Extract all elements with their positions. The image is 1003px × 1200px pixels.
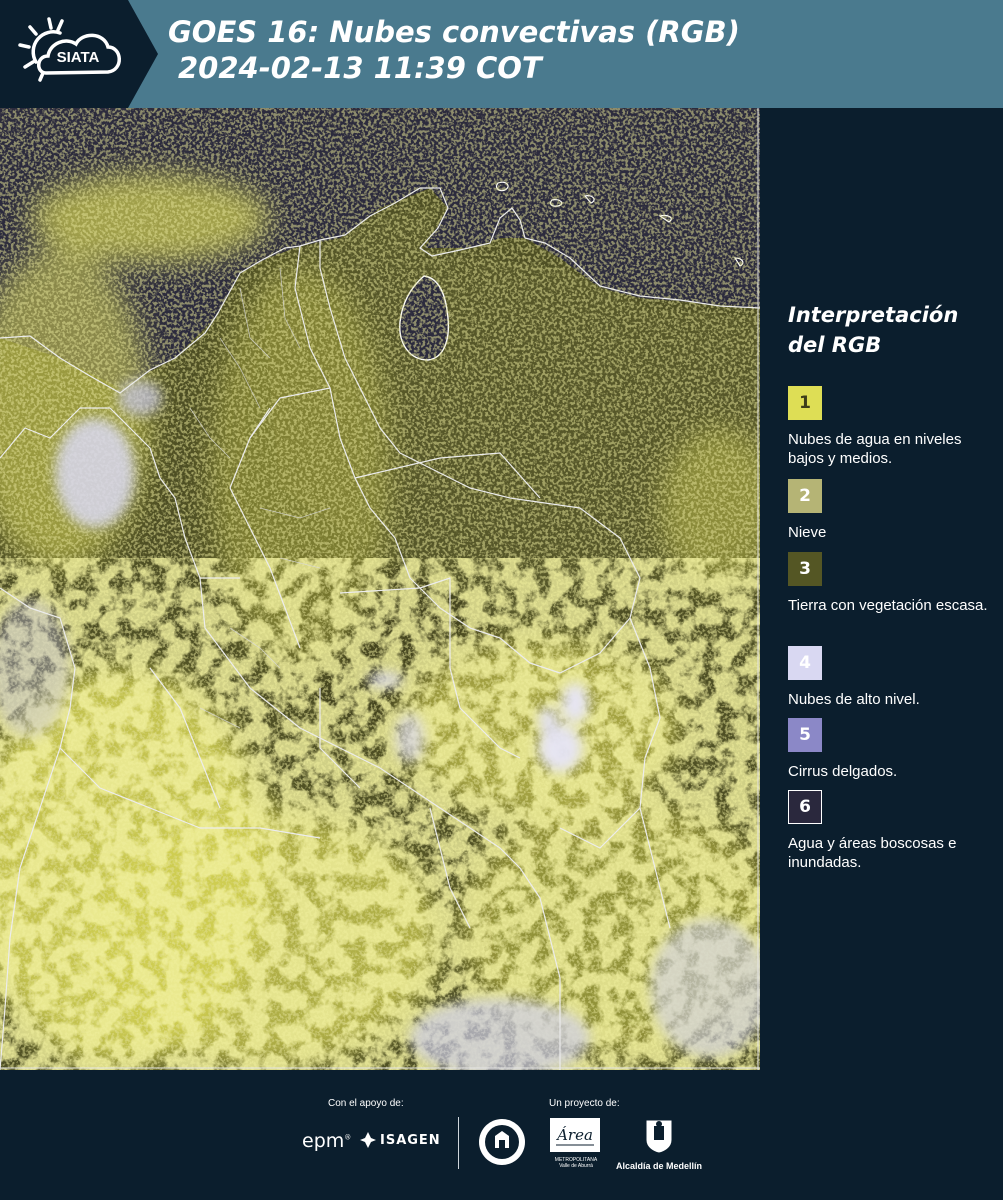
legend-item-3: 3 Tierra con vegetación escasa. xyxy=(788,552,998,615)
legend-title: Interpretación del RGB xyxy=(788,303,959,357)
legend-swatch-5: 5 xyxy=(788,718,822,752)
legend-label-5: Cirrus delgados. xyxy=(788,763,898,780)
epm-logo: epm® xyxy=(302,1130,352,1152)
legend-item-4: 4 Nubes de alto nivel. xyxy=(788,646,998,709)
project-label: Un proyecto de: xyxy=(549,1098,620,1109)
amva-logo-text: Área xyxy=(555,1126,593,1144)
legend-label-3: Tierra con vegetación escasa. xyxy=(788,597,988,614)
header: SIATA GOES 16: Nubes convectivas (RGB) 2… xyxy=(0,0,1003,108)
isagen-mark-icon xyxy=(360,1132,376,1148)
legend-label-2: Nieve xyxy=(788,524,827,541)
legend-item-1: 1 Nubes de agua en niveles bajos y medio… xyxy=(788,386,998,468)
logo-text: SIATA xyxy=(57,49,100,66)
isagen-text: ISAGEN xyxy=(380,1132,441,1148)
legend-swatch-4: 4 xyxy=(788,646,822,680)
epm-logo-text: epm xyxy=(302,1130,345,1152)
title-line-1: GOES 16: Nubes convectivas (RGB) xyxy=(168,15,740,49)
legend-swatch-6: 6 xyxy=(788,790,822,824)
legend-item-2: 2 Nieve xyxy=(788,479,998,542)
satellite-image xyxy=(0,108,760,1070)
legend-swatch-1: 1 xyxy=(788,386,822,420)
legend-item-6: 6 Agua y áreas boscosas e inundadas. xyxy=(788,790,998,872)
legend-item-5: 5 Cirrus delgados. xyxy=(788,718,998,781)
area-metropolitana-logo: Área METROPOLITANA Valle de Aburrá xyxy=(550,1118,602,1169)
footer: Con el apoyo de: Un proyecto de: epm® IS… xyxy=(0,1070,1003,1200)
siata-seal-logo xyxy=(478,1118,526,1171)
page-title: GOES 16: Nubes convectivas (RGB) 2024-02… xyxy=(168,14,740,86)
title-timestamp: 2024-02-13 11:39 COT xyxy=(178,51,542,85)
legend-swatch-2: 2 xyxy=(788,479,822,513)
siata-logo: SIATA xyxy=(0,0,160,108)
alcaldia-medellin-logo: Alcaldía de Medellín xyxy=(614,1118,704,1171)
footer-divider xyxy=(458,1117,459,1169)
alcaldia-text: Alcaldía de Medellín xyxy=(615,1161,703,1171)
medellin-shield-icon xyxy=(645,1119,673,1154)
isagen-logo: ISAGEN xyxy=(360,1132,441,1148)
legend-swatch-3: 3 xyxy=(788,552,822,586)
legend-panel: Interpretación del RGB 1 Nubes de agua e… xyxy=(760,108,1003,1070)
legend-label-1: Nubes de agua en niveles bajos y medios. xyxy=(788,431,962,467)
legend-label-4: Nubes de alto nivel. xyxy=(788,691,920,708)
support-label: Con el apoyo de: xyxy=(328,1098,404,1109)
legend-label-6: Agua y áreas boscosas e inundadas. xyxy=(788,835,957,871)
amva-subtext: METROPOLITANA Valle de Aburrá xyxy=(554,1157,598,1169)
